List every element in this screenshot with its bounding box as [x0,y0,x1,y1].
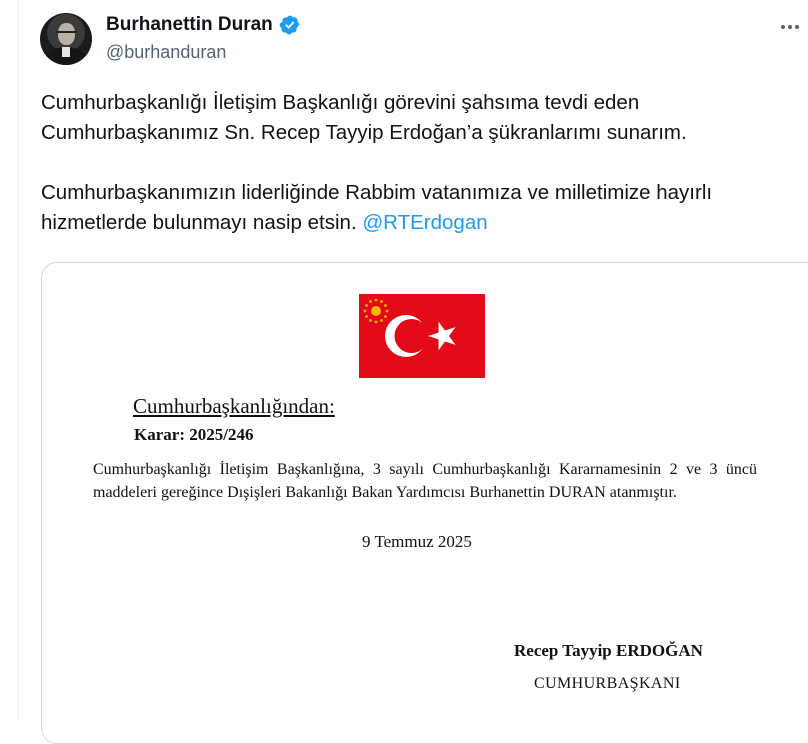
author-name-row: Burhanettin Duran [106,14,301,36]
avatar[interactable] [40,13,92,65]
timeline-left-border [18,0,19,721]
presidential-emblem-icon [363,298,389,324]
document-date: 9 Temmuz 2025 [362,532,472,551]
verified-badge-icon [279,15,300,35]
author-handle[interactable]: @burhanduran [106,42,226,63]
more-options-icon[interactable] [781,17,807,37]
tweet-text: Cumhurbaşkanlığı İletişim Başkanlığı gör… [41,88,801,238]
document-heading: Cumhurbaşkanlığından: [133,394,335,418]
document-signer: Recep Tayyip ERDOĞAN [514,641,703,660]
tweet-paragraph-1: Cumhurbaşkanlığı İletişim Başkanlığı gör… [41,91,687,144]
author-display-name[interactable]: Burhanettin Duran [106,14,273,36]
decree-document: Cumhurbaşkanlığından: Karar: 2025/246 Cu… [42,263,808,743]
decree-number: Karar: 2025/246 [134,425,254,444]
tweet-paragraph-2: Cumhurbaşkanımızın liderliğinde Rabbim v… [41,178,801,238]
document-body: Cumhurbaşkanlığı İletişim Başkanlığına, … [93,461,757,501]
attached-document-image[interactable]: Cumhurbaşkanlığından: Karar: 2025/246 Cu… [41,262,808,744]
mention-link[interactable]: @RTErdogan [362,211,487,234]
document-signer-title: CUMHURBAŞKANI [534,675,681,692]
